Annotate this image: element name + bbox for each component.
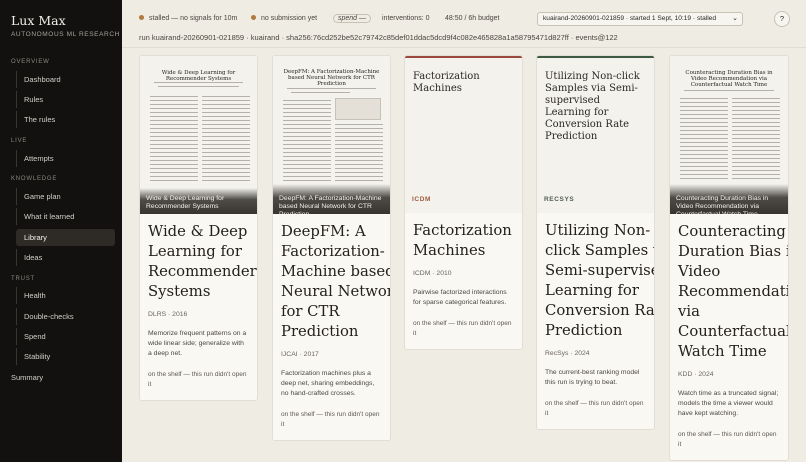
status-submission: no submission yet	[251, 15, 317, 22]
card-summary: Pairwise factorized interactions for spa…	[413, 289, 507, 306]
status-stalled: stalled — no signals for 10m	[139, 15, 237, 22]
paper-thumbnail: Utilizing Non-click Samples via Semi-sup…	[537, 56, 654, 213]
card-venue: RecSys · 2024	[545, 350, 590, 357]
card-shelf-note: on the shelf — this run didn't open it	[281, 411, 380, 428]
sidebar-item-health[interactable]: Health	[16, 287, 115, 304]
card-venue: IJCAI · 2017	[281, 351, 319, 358]
paper-thumbnail: Counteracting Duration Bias in Video Rec…	[670, 56, 788, 214]
card-summary: Factorization machines plus a deep net, …	[281, 370, 375, 397]
sidebar-item-spend[interactable]: Spend	[16, 328, 115, 345]
library-card[interactable]: Counteracting Duration Bias in Video Rec…	[669, 55, 789, 461]
card-shelf-note: on the shelf — this run didn't open it	[148, 371, 247, 388]
card-summary: Memorize frequent patterns on a wide lin…	[148, 330, 247, 357]
run-select[interactable]: kuairand-20260901-021859 · started 1 Sep…	[537, 12, 743, 26]
sidebar-item-attempts[interactable]: Attempts	[16, 150, 115, 167]
library-card[interactable]: Factorization Machines ICDM Factorizatio…	[404, 55, 523, 350]
library-card[interactable]: Wide & Deep Learning for Recommender Sys…	[139, 55, 258, 401]
sidebar-item-game-plan[interactable]: Game plan	[16, 188, 115, 205]
spend-label: spend	[338, 15, 358, 22]
card-body: Counteracting Duration Bias in Video Rec…	[670, 214, 788, 460]
venue-tag: ICDM	[412, 196, 432, 203]
sidebar-item-stability[interactable]: Stability	[16, 348, 115, 365]
card-shelf-note: on the shelf — this run didn't open it	[545, 400, 644, 417]
sidebar-item-rules[interactable]: Rules	[16, 91, 115, 108]
app-subtitle: AUTONOMOUS ML RESEARCH	[11, 31, 120, 38]
sidebar-item-what-it-learned[interactable]: What it learned	[16, 208, 115, 225]
sidebar-item-double-checks[interactable]: Double-checks	[16, 308, 115, 325]
card-title: Wide & Deep Learning for Recommender Sys…	[148, 223, 257, 300]
library-card[interactable]: Utilizing Non-click Samples via Semi-sup…	[536, 55, 655, 430]
library-card[interactable]: DeepFM: A Factorization-Machine based Ne…	[272, 55, 391, 441]
thumbnail-title: Counteracting Duration Bias in Video Rec…	[685, 70, 773, 88]
status-dot-icon	[251, 15, 256, 20]
card-venue: KDD · 2024	[678, 371, 714, 378]
paper-thumbnail: Wide & Deep Learning for Recommender Sys…	[140, 56, 257, 214]
card-title: Counteracting Duration Bias in Video Rec…	[678, 223, 788, 360]
card-venue: DLRS · 2016	[148, 311, 188, 318]
thumbnail-title: Factorization Machines	[413, 71, 480, 94]
thumbnail-title: Wide & Deep Learning for Recommender Sys…	[161, 70, 236, 82]
spend-value: —	[359, 15, 367, 22]
status-submission-text: no submission yet	[261, 15, 318, 22]
paper-thumbnail: Factorization Machines ICDM	[405, 56, 522, 213]
spend-pill: spend —	[333, 14, 372, 23]
card-body: Utilizing Non- click Samples via Semi-su…	[537, 213, 654, 429]
budget-readout: 48:50 / 6h budget	[445, 15, 500, 22]
card-title: DeepFM: A Factorization- Machine based N…	[281, 223, 390, 340]
status-dot-icon	[139, 15, 144, 20]
thumbnail-caption: Counteracting Duration Bias in Video Rec…	[676, 195, 769, 214]
section-knowledge: KNOWLEDGE	[11, 176, 58, 182]
sidebar-item-dashboard[interactable]: Dashboard	[16, 71, 115, 88]
section-live: LIVE	[11, 138, 28, 144]
sidebar-item-summary[interactable]: Summary	[11, 369, 110, 386]
run-select-value: kuairand-20260901-021859 · started 1 Sep…	[543, 15, 717, 22]
sidebar-item-the-rules[interactable]: The rules	[16, 111, 115, 128]
card-shelf-note: on the shelf — this run didn't open it	[678, 431, 777, 448]
thumbnail-title: DeepFM: A Factorization-Machine based Ne…	[283, 69, 380, 87]
spend-indicator[interactable]: spend —	[333, 14, 372, 23]
card-body: Factorization Machines ICDM · 2010 Pairw…	[405, 213, 522, 349]
sidebar-item-ideas[interactable]: Ideas	[16, 249, 115, 266]
sidebar-item-library[interactable]: Library	[16, 229, 115, 246]
card-summary: The current-best ranking model this run …	[545, 369, 640, 386]
card-venue: ICDM · 2010	[413, 270, 452, 277]
section-overview: OVERVIEW	[11, 59, 50, 65]
section-trust: TRUST	[11, 276, 35, 282]
app-name: Lux Max	[11, 13, 66, 28]
card-title: Factorization Machines	[413, 222, 512, 259]
venue-tag: RECSYS	[544, 196, 575, 203]
status-stalled-text: stalled — no signals for 10m	[149, 15, 238, 22]
run-identifier: run kuairand-20260901-021859 · kuairand …	[139, 33, 618, 42]
header: stalled — no signals for 10m no submissi…	[122, 0, 806, 48]
paper-thumbnail: DeepFM: A Factorization-Machine based Ne…	[273, 56, 390, 214]
card-title: Utilizing Non- click Samples via Semi-su…	[545, 222, 654, 339]
chevron-down-icon: ⌄	[732, 15, 738, 22]
interventions-count: interventions: 0	[382, 15, 430, 22]
card-shelf-note: on the shelf — this run didn't open it	[413, 320, 512, 337]
card-body: Wide & Deep Learning for Recommender Sys…	[140, 214, 257, 400]
thumbnail-caption: Wide & Deep Learning for Recommender Sys…	[146, 195, 225, 210]
figure-thumbnail	[335, 98, 381, 120]
help-button[interactable]: ?	[774, 11, 790, 27]
card-body: DeepFM: A Factorization- Machine based N…	[273, 214, 390, 440]
sidebar: Lux Max AUTONOMOUS ML RESEARCH OVERVIEW …	[0, 0, 122, 462]
thumbnail-title: Utilizing Non-click Samples via Semi-sup…	[545, 71, 640, 142]
thumbnail-caption: DeepFM: A Factorization-Machine based Ne…	[279, 195, 382, 214]
card-summary: Watch time as a truncated signal; models…	[678, 390, 779, 417]
